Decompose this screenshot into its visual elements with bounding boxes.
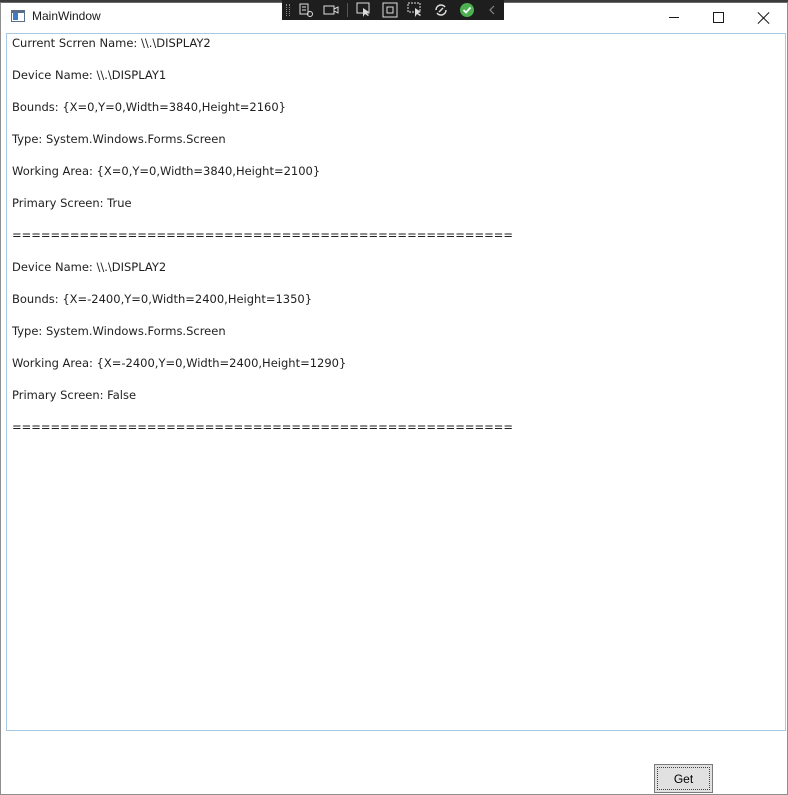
- wpf-debug-toolbar: [282, 0, 504, 20]
- record-icon[interactable]: [320, 0, 344, 20]
- output-line: Bounds: {X=0,Y=0,Width=3840,Height=2160}: [12, 100, 286, 114]
- get-button[interactable]: Get: [654, 764, 713, 793]
- screen-info-output[interactable]: Current Scrren Name: \\.\DISPLAY2 Device …: [6, 33, 786, 731]
- minimize-icon: [669, 17, 679, 18]
- window-title: MainWindow: [32, 9, 101, 23]
- maximize-button[interactable]: [695, 3, 741, 32]
- select-element-icon[interactable]: [352, 0, 376, 20]
- display-layout-adorners-icon[interactable]: [378, 0, 402, 20]
- output-line: Type: System.Windows.Forms.Screen: [12, 132, 226, 146]
- maximize-icon: [712, 12, 724, 23]
- toolbar-grip: [286, 4, 290, 16]
- get-button-label: Get: [673, 771, 694, 786]
- collapse-chevron-icon[interactable]: [480, 0, 504, 20]
- output-line: Working Area: {X=-2400,Y=0,Width=2400,He…: [12, 356, 347, 370]
- output-line: ========================================…: [12, 228, 514, 242]
- minimize-button[interactable]: [651, 3, 697, 32]
- output-line: Current Scrren Name: \\.\DISPLAY2: [12, 36, 211, 50]
- window-app-icon: [11, 10, 25, 22]
- main-window: MainWindow Current Scrren Name: \\.\DISP…: [0, 2, 788, 795]
- output-line: Type: System.Windows.Forms.Screen: [12, 324, 226, 338]
- close-button[interactable]: [741, 3, 787, 32]
- output-line: Primary Screen: False: [12, 388, 137, 402]
- output-line: Bounds: {X=-2400,Y=0,Width=2400,Height=1…: [12, 292, 313, 306]
- output-line: Device Name: \\.\DISPLAY1: [12, 68, 167, 82]
- hot-reload-ok-icon[interactable]: [455, 0, 479, 20]
- close-icon: [758, 12, 770, 24]
- output-line: Primary Screen: True: [12, 196, 132, 210]
- toolbar-separator: [347, 3, 349, 17]
- live-visual-tree-icon[interactable]: [294, 0, 318, 20]
- track-focus-icon[interactable]: [403, 0, 427, 20]
- output-line: Working Area: {X=0,Y=0,Width=3840,Height…: [12, 164, 321, 178]
- binding-failures-icon[interactable]: [429, 0, 453, 20]
- output-line: Device Name: \\.\DISPLAY2: [12, 260, 167, 274]
- output-line: ========================================…: [12, 420, 514, 434]
